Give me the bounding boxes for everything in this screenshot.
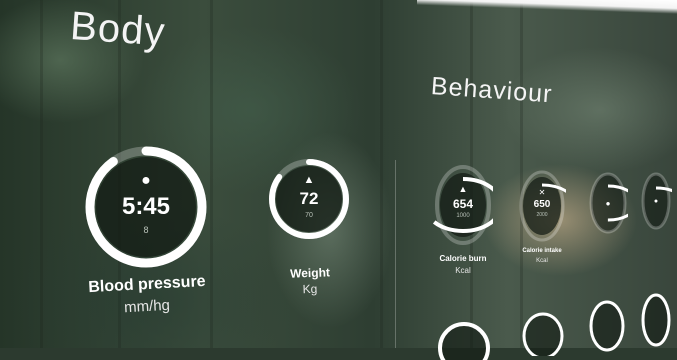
activity-icon: ● — [653, 197, 659, 205]
calorie-intake-value: 650 — [533, 198, 551, 210]
drop-icon: ● — [141, 172, 151, 189]
weight-label: Weight — [289, 265, 331, 281]
calorie-burn-sub: 1000 — [456, 213, 470, 219]
activity-icon: ● — [605, 198, 611, 208]
progress-ring — [641, 293, 671, 347]
calorie-intake-sub: 2000 — [536, 211, 548, 218]
blood-pressure-value: 5:45 — [121, 193, 171, 220]
calorie-burn-value: 654 — [452, 197, 474, 211]
weight-value: 72 — [299, 189, 319, 208]
calorie-burn-ring[interactable]: ▲ 654 1000 — [433, 162, 493, 248]
section-divider — [395, 160, 396, 348]
weight-icon: ▲ — [303, 174, 315, 186]
calorie-intake-ring[interactable]: ✕ 650 2000 — [518, 168, 566, 244]
partial-ring[interactable] — [436, 320, 492, 360]
ceiling-light — [417, 0, 677, 14]
calorie-burn-unit: Kcal — [455, 266, 471, 275]
partial-ring[interactable] — [640, 290, 672, 348]
blood-pressure-sub: 8 — [143, 225, 149, 235]
body-section-title: Body — [68, 4, 167, 55]
tree-trunk — [40, 0, 43, 348]
weight-unit: Kg — [302, 281, 318, 297]
partial-ring[interactable] — [520, 310, 566, 356]
progress-ring — [589, 300, 625, 352]
activity-ring[interactable]: ● — [588, 170, 628, 236]
blood-pressure-ring[interactable]: ● 5:45 8 — [82, 143, 210, 271]
weight-ring[interactable]: ▲ 72 70 — [266, 156, 352, 242]
calorie-intake-unit: Kcal — [536, 258, 548, 264]
progress-ring — [522, 312, 564, 356]
weight-sub: 70 — [305, 212, 313, 219]
calorie-intake-label: Calorie intake — [522, 248, 562, 254]
calorie-burn-label: Calorie burn — [439, 254, 487, 263]
tree-trunk — [380, 0, 383, 348]
flame-icon: ▲ — [458, 184, 468, 194]
progress-ring — [438, 322, 490, 360]
utensils-icon: ✕ — [538, 187, 546, 197]
activity-ring[interactable]: ● — [640, 170, 672, 232]
partial-ring[interactable] — [588, 296, 626, 352]
